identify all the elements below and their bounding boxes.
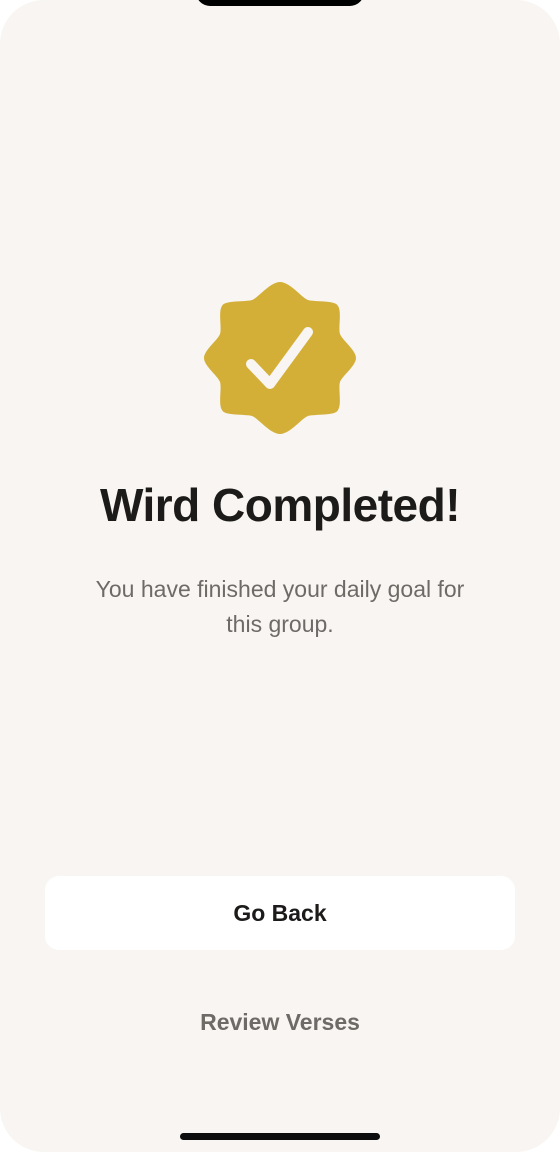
completion-subtitle: You have finished your daily goal for th… — [95, 576, 465, 637]
badge-shape — [204, 282, 356, 434]
verified-check-badge-icon — [204, 282, 356, 434]
completion-title: Wird Completed! — [99, 479, 461, 531]
review-verses-button[interactable]: Review Verses — [130, 1000, 430, 1044]
completion-screen: Wird Completed! You have finished your d… — [0, 0, 560, 1152]
device-notch — [196, 0, 364, 6]
go-back-button[interactable]: Go Back — [45, 876, 515, 950]
home-indicator — [180, 1133, 380, 1140]
